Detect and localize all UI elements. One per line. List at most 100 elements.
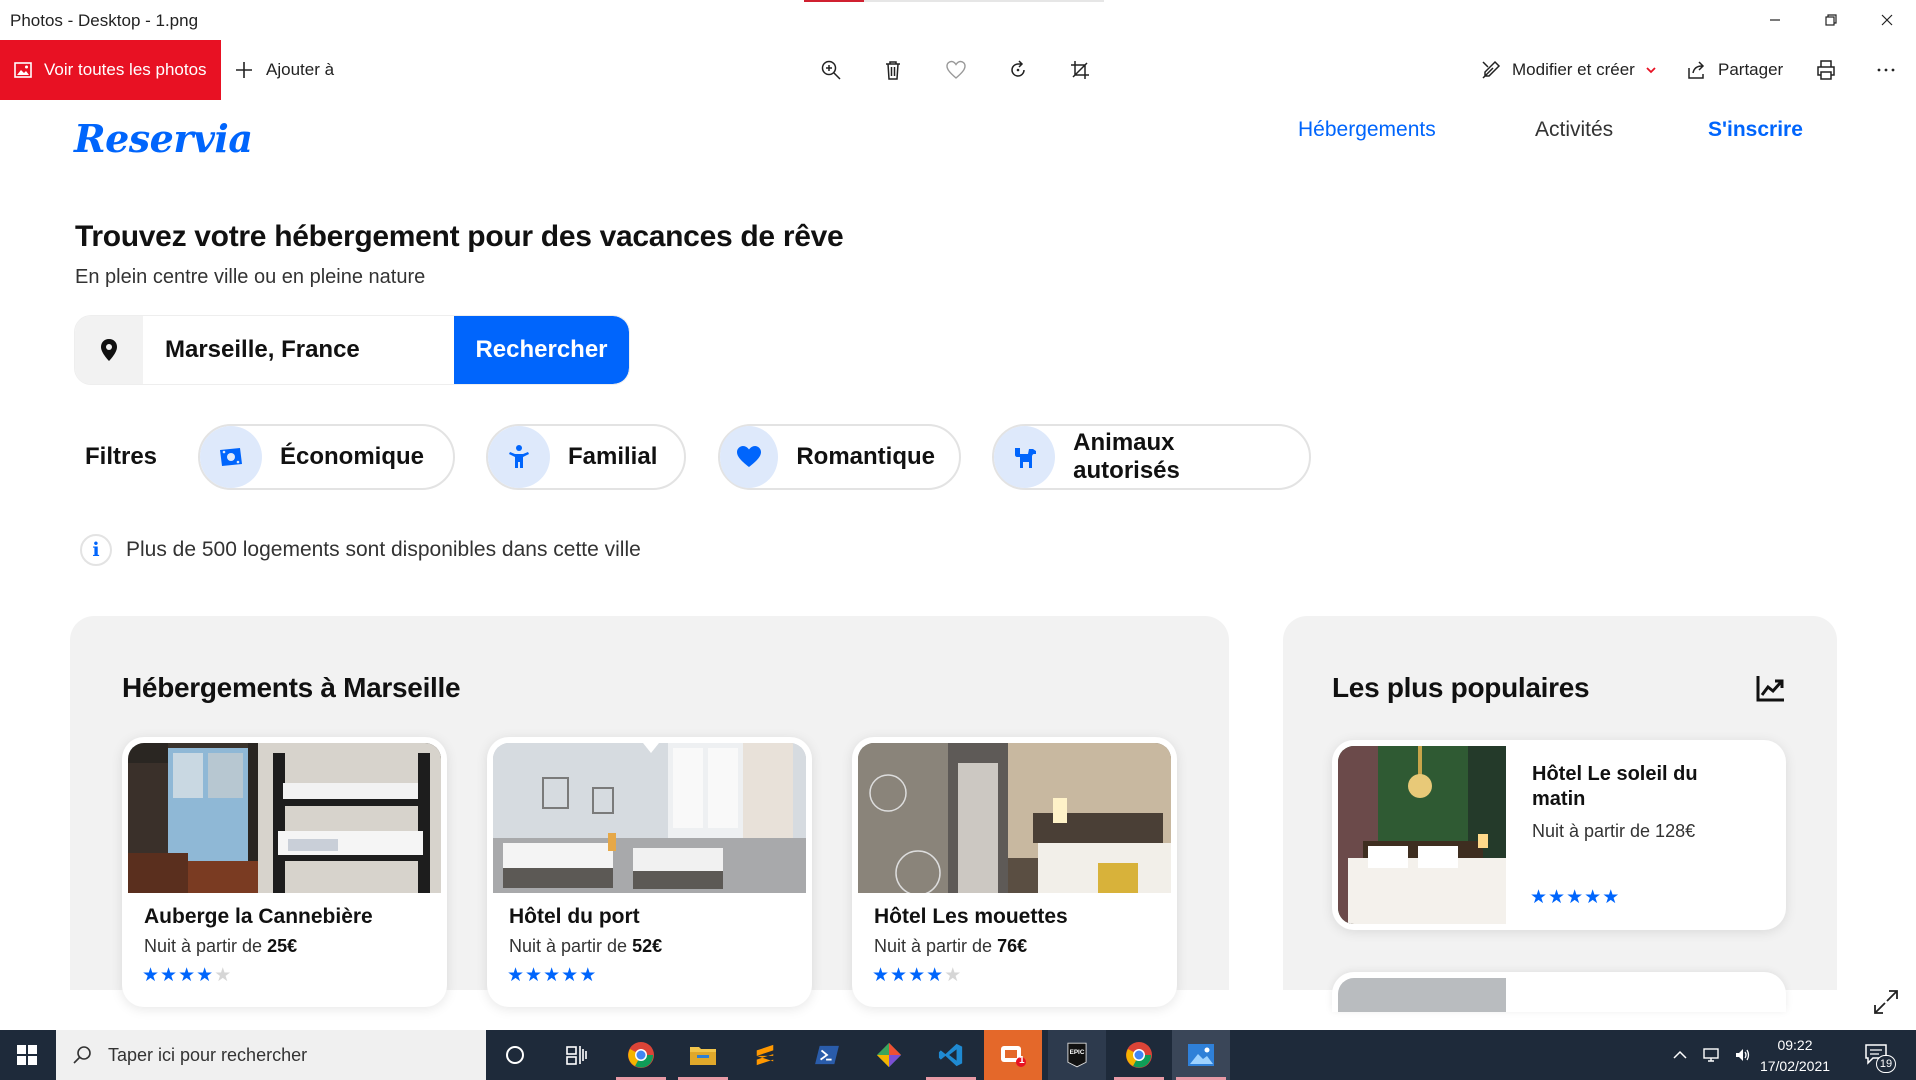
windows-logo-icon [17,1045,37,1065]
listing-price: Nuit à partir de 76€ [874,936,1027,957]
chrome-icon [1126,1042,1152,1068]
location-pin-icon [75,316,143,384]
popular-rating: ★★★★★ [1530,886,1620,909]
listing-photo [493,743,806,893]
window-titlebar: Photos - Desktop - 1.png [0,0,1916,40]
photos-app-icon [1188,1044,1214,1066]
titlebar-accent-track [864,0,1104,2]
search-input[interactable] [143,316,454,384]
chevron-up-icon[interactable] [1672,1047,1688,1063]
trash-icon [886,61,900,80]
listing-card[interactable]: Auberge la Cannebière Nuit à partir de 2… [122,737,447,1007]
taskbar-chrome-2[interactable] [1110,1030,1168,1080]
taskbar-epic-games[interactable]: EPIC [1048,1030,1106,1080]
taskbar-clock[interactable]: 09:22 17/02/2021 [1740,1035,1850,1077]
listing-card[interactable]: Hôtel du port Nuit à partir de 52€ ★★★★★ [487,737,812,1007]
close-button[interactable] [1864,6,1910,34]
windows-taskbar: Taper ici pour rechercher 1 EPIC 09:22 1… [0,1030,1916,1080]
listing-name: Auberge la Cannebière [144,905,373,928]
sublime-text-icon [756,1044,774,1066]
crop-button[interactable] [1066,56,1094,84]
hero-title: Trouvez votre hébergement pour des vacan… [75,220,844,253]
photos-icon [14,62,32,78]
listing-price: Nuit à partir de 52€ [509,936,662,957]
star-filled-icon: ★ [525,965,544,986]
filter-economic[interactable]: Économique [198,424,455,490]
zoom-button[interactable] [817,56,845,84]
star-filled-icon: ★ [908,965,927,986]
site-logo[interactable]: Reservia [74,116,253,161]
see-all-photos-button[interactable]: Voir toutes les photos [0,40,221,100]
task-view-cortana[interactable] [486,1030,544,1080]
taskbar-chrome[interactable] [612,1030,670,1080]
share-button[interactable]: Partager [1686,40,1783,100]
nav-accommodations-link[interactable]: Hébergements [1298,118,1436,142]
minimize-button[interactable] [1752,6,1798,34]
start-button[interactable] [0,1030,54,1080]
action-center-button[interactable]: 19 [1864,1043,1896,1073]
favorite-button[interactable] [942,56,970,84]
star-filled-icon: ★ [160,965,179,986]
filter-pets-allowed[interactable]: Animaux autorisés [992,424,1311,490]
filter-family[interactable]: Familial [486,424,686,490]
search-bar: Rechercher [75,316,629,384]
listing-price-prefix: Nuit à partir de [509,936,628,956]
restore-icon [1825,14,1837,26]
rotate-button[interactable] [1004,56,1032,84]
popular-card-partial[interactable] [1332,972,1786,1012]
star-empty-icon: ★ [944,965,963,986]
chrome-icon [628,1042,654,1068]
more-button[interactable] [1872,56,1900,84]
popular-panel: Les plus populaires Hôtel Le soleil du m… [1283,616,1837,1012]
taskbar-search-placeholder: Taper ici pour rechercher [108,1044,308,1065]
plus-icon [236,62,252,78]
task-view-button[interactable] [548,1030,606,1080]
star-filled-icon: ★ [1548,887,1567,908]
listing-name: Hôtel Les mouettes [874,905,1068,928]
taskbar-sublime[interactable] [736,1030,794,1080]
heart-icon [720,426,779,488]
taskbar-vscode[interactable] [922,1030,980,1080]
nav-activities-link[interactable]: Activités [1535,118,1613,142]
star-filled-icon: ★ [196,965,215,986]
listing-price-prefix: Nuit à partir de [144,936,263,956]
git-icon [876,1042,902,1068]
expand-icon[interactable] [1872,988,1900,1016]
more-icon [1877,68,1895,72]
search-icon [73,1046,91,1064]
vscode-icon [938,1043,963,1067]
star-filled-icon: ★ [890,965,909,986]
search-button[interactable]: Rechercher [454,316,629,384]
star-filled-icon: ★ [1530,887,1549,908]
nav-signup-link[interactable]: S'inscrire [1708,118,1803,142]
delete-button[interactable] [879,56,907,84]
restore-button[interactable] [1808,6,1854,34]
network-icon[interactable] [1702,1046,1720,1064]
notification-count: 19 [1876,1055,1896,1073]
trending-chart-icon [1756,676,1784,702]
listing-price-value: 25€ [267,936,298,956]
taskbar-photos[interactable] [1172,1030,1230,1080]
dog-icon [994,426,1056,488]
taskbar-git-kraken[interactable] [860,1030,918,1080]
print-button[interactable] [1812,56,1840,84]
taskbar-mail-app[interactable]: 1 [984,1030,1042,1080]
star-filled-icon: ★ [142,965,161,986]
edit-create-button[interactable]: Modifier et créer [1480,40,1657,100]
filter-romantic[interactable]: Romantique [718,424,961,490]
star-filled-icon: ★ [1584,887,1603,908]
taskbar-powershell[interactable] [798,1030,856,1080]
listing-card[interactable]: Hôtel Les mouettes Nuit à partir de 76€ … [852,737,1177,1007]
popular-card[interactable]: Hôtel Le soleil du matin Nuit à partir d… [1332,740,1786,930]
taskbar-search[interactable]: Taper ici pour rechercher [56,1030,486,1080]
listing-price-value: 76€ [997,936,1028,956]
popular-photo [1338,746,1506,924]
star-filled-icon: ★ [872,965,891,986]
add-to-label: Ajouter à [266,60,335,79]
zoom-in-icon [821,60,841,80]
svg-text:EPIC: EPIC [1070,1049,1085,1056]
availability-text: Plus de 500 logements sont disponibles d… [126,538,641,561]
add-to-button[interactable]: Ajouter à [234,40,334,100]
titlebar-accent [804,0,864,2]
taskbar-file-explorer[interactable] [674,1030,732,1080]
